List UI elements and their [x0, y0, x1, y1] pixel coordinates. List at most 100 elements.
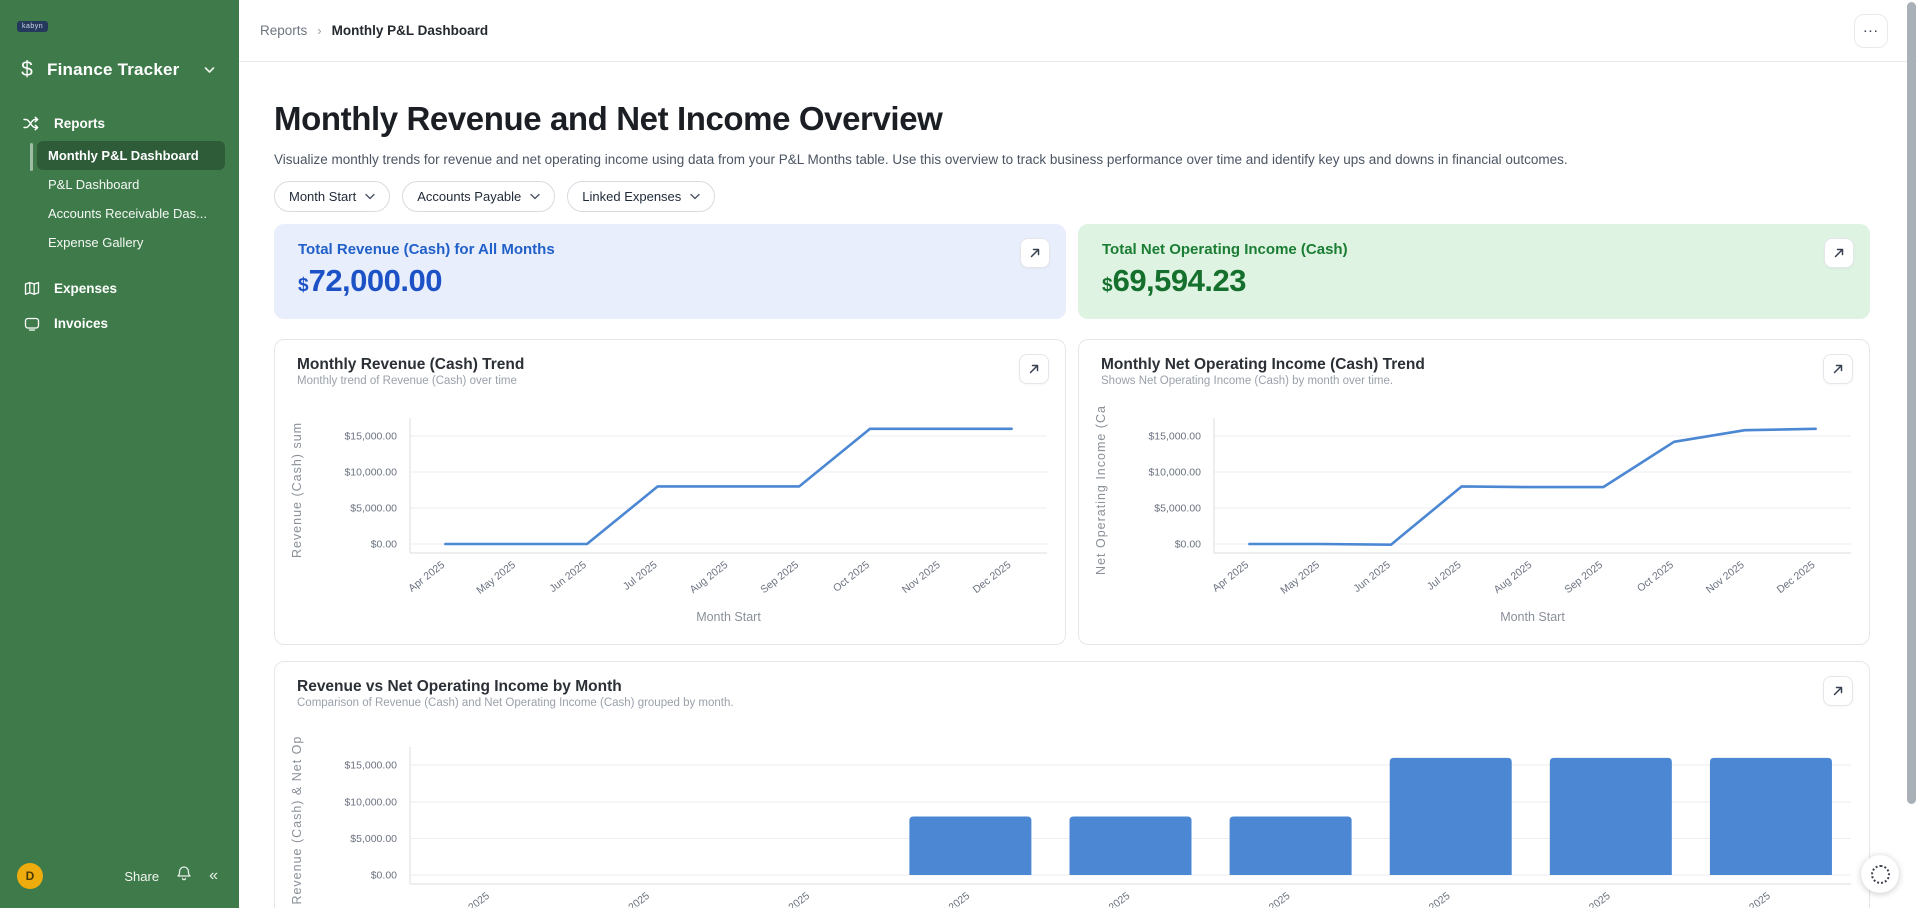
revenue-vs-income-chart: $0.00$5,000.00$10,000.00$15,000.00Apr 20…	[275, 715, 1869, 908]
total-revenue-card: Total Revenue (Cash) for All Months $72,…	[274, 224, 1066, 319]
sidebar: kabyn $ Finance Tracker Reports Monthly …	[0, 0, 239, 908]
svg-text:$0.00: $0.00	[371, 870, 397, 882]
vertical-scrollbar[interactable]	[1907, 2, 1916, 804]
sidebar-invoices-label: Invoices	[54, 316, 108, 331]
svg-text:Aug 2025: Aug 2025	[1492, 559, 1535, 596]
arrow-up-right-icon	[1028, 363, 1040, 375]
stat-card-title: Total Net Operating Income (Cash)	[1102, 241, 1846, 258]
revenue-trend-chart: $0.00$5,000.00$10,000.00$15,000.00Apr 20…	[275, 393, 1065, 631]
svg-text:Aug 2025: Aug 2025	[1090, 890, 1133, 908]
expand-button[interactable]	[1823, 676, 1853, 706]
spinner-icon	[1871, 865, 1890, 884]
stat-card-title: Total Revenue (Cash) for All Months	[298, 241, 1042, 258]
invoice-icon	[23, 315, 40, 332]
svg-text:Aug 2025: Aug 2025	[688, 559, 731, 596]
stat-card-value: 69,594.23	[1113, 263, 1246, 298]
svg-text:Oct 2025: Oct 2025	[1412, 890, 1453, 908]
filter-month-start[interactable]: Month Start	[274, 181, 390, 212]
arrow-up-right-icon	[1029, 247, 1041, 259]
sidebar-item-pl-dashboard[interactable]: P&L Dashboard	[37, 170, 225, 199]
line-charts-row: Monthly Revenue (Cash) Trend Monthly tre…	[274, 339, 1870, 645]
svg-text:Apr 2025: Apr 2025	[406, 559, 447, 595]
svg-text:Month Start: Month Start	[696, 610, 761, 624]
book-icon	[23, 280, 40, 297]
filter-linked-expenses[interactable]: Linked Expenses	[567, 181, 715, 212]
sidebar-item-expense-gallery[interactable]: Expense Gallery	[37, 228, 225, 257]
sidebar-item-expenses[interactable]: Expenses	[14, 273, 225, 304]
breadcrumb-current: Monthly P&L Dashboard	[332, 23, 489, 38]
filter-accounts-payable[interactable]: Accounts Payable	[402, 181, 555, 212]
svg-text:Net Operating Income (Ca: Net Operating Income (Ca	[1094, 405, 1108, 575]
svg-text:Dec 2025: Dec 2025	[971, 559, 1014, 596]
chart-subtitle: Comparison of Revenue (Cash) and Net Ope…	[297, 697, 1869, 709]
dollar-icon: $	[18, 58, 36, 82]
collapse-sidebar-icon[interactable]: «	[209, 868, 218, 884]
svg-text:Apr 2025: Apr 2025	[1210, 559, 1251, 595]
currency-symbol: $	[1102, 275, 1113, 296]
net-income-trend-card: Monthly Net Operating Income (Cash) Tren…	[1078, 339, 1870, 645]
svg-text:Revenue (Cash) & Net Op: Revenue (Cash) & Net Op	[290, 736, 304, 905]
svg-text:$10,000.00: $10,000.00	[344, 467, 397, 479]
avatar[interactable]: D	[17, 863, 43, 889]
svg-text:$5,000.00: $5,000.00	[350, 503, 397, 515]
stat-card-value: 72,000.00	[309, 263, 442, 298]
breadcrumb-reports[interactable]: Reports	[260, 23, 307, 38]
svg-text:$10,000.00: $10,000.00	[344, 796, 397, 808]
svg-text:Jul 2025: Jul 2025	[621, 559, 660, 593]
sidebar-nav: Reports Monthly P&L Dashboard P&L Dashbo…	[0, 108, 239, 339]
chart-title: Monthly Net Operating Income (Cash) Tren…	[1101, 356, 1869, 374]
share-button[interactable]: Share	[124, 869, 159, 884]
revenue-trend-card: Monthly Revenue (Cash) Trend Monthly tre…	[274, 339, 1066, 645]
svg-text:Sep 2025: Sep 2025	[1562, 559, 1605, 596]
arrow-up-right-icon	[1832, 363, 1844, 375]
workspace-switcher[interactable]: $ Finance Tracker	[18, 58, 221, 82]
sidebar-item-accounts-receivable[interactable]: Accounts Receivable Das...	[37, 199, 225, 228]
chart-title: Revenue vs Net Operating Income by Month	[297, 678, 1869, 696]
page-description: Visualize monthly trends for revenue and…	[274, 152, 1870, 167]
svg-text:Oct 2025: Oct 2025	[1635, 559, 1676, 595]
bell-icon[interactable]	[176, 865, 192, 887]
svg-text:May 2025: May 2025	[1278, 559, 1322, 597]
chevron-down-icon	[365, 193, 375, 200]
sidebar-footer: D Share «	[0, 844, 239, 908]
svg-text:Month Start: Month Start	[1500, 610, 1565, 624]
main-panel: Reports › Monthly P&L Dashboard ... Mont…	[239, 0, 1917, 908]
svg-text:$5,000.00: $5,000.00	[1154, 503, 1201, 515]
svg-text:$0.00: $0.00	[1175, 539, 1201, 551]
top-bar: Reports › Monthly P&L Dashboard ...	[239, 0, 1917, 62]
loading-spinner	[1861, 855, 1899, 893]
arrow-up-right-icon	[1833, 247, 1845, 259]
svg-text:$0.00: $0.00	[371, 539, 397, 551]
expand-button[interactable]	[1019, 354, 1049, 384]
svg-text:May 2025: May 2025	[474, 559, 518, 597]
more-options-button[interactable]: ...	[1854, 14, 1888, 48]
sidebar-item-monthly-pl-dashboard[interactable]: Monthly P&L Dashboard	[37, 141, 225, 170]
breadcrumb-separator-icon: ›	[317, 23, 321, 38]
svg-text:$15,000.00: $15,000.00	[344, 760, 397, 772]
arrow-up-right-icon	[1832, 685, 1844, 697]
page-title: Monthly Revenue and Net Income Overview	[274, 100, 1870, 138]
sidebar-reports-label: Reports	[54, 116, 105, 131]
chart-subtitle: Shows Net Operating Income (Cash) by mon…	[1101, 375, 1869, 387]
svg-text:Revenue (Cash) sum: Revenue (Cash) sum	[290, 422, 304, 558]
svg-text:Jul 2025: Jul 2025	[934, 890, 973, 908]
tree-indicator	[30, 143, 33, 171]
chart-subtitle: Monthly trend of Revenue (Cash) over tim…	[297, 375, 1065, 387]
currency-symbol: $	[298, 275, 309, 296]
expand-button[interactable]	[1824, 238, 1854, 268]
sidebar-item-reports[interactable]: Reports	[14, 108, 225, 139]
chart-title: Monthly Revenue (Cash) Trend	[297, 356, 1065, 374]
sidebar-item-invoices[interactable]: Invoices	[14, 308, 225, 339]
svg-text:$5,000.00: $5,000.00	[350, 833, 397, 845]
svg-text:Jul 2025: Jul 2025	[1425, 559, 1464, 593]
expand-button[interactable]	[1823, 354, 1853, 384]
filter-bar: Month Start Accounts Payable Linked Expe…	[274, 181, 1870, 212]
svg-text:Jun 2025: Jun 2025	[771, 890, 813, 908]
expand-button[interactable]	[1020, 238, 1050, 268]
chevron-down-icon	[690, 193, 700, 200]
net-income-trend-chart: $0.00$5,000.00$10,000.00$15,000.00Apr 20…	[1079, 393, 1869, 631]
svg-text:Jun 2025: Jun 2025	[1351, 559, 1393, 595]
svg-text:Nov 2025: Nov 2025	[1570, 890, 1613, 908]
svg-text:$10,000.00: $10,000.00	[1148, 467, 1201, 479]
svg-text:Oct 2025: Oct 2025	[831, 559, 872, 595]
